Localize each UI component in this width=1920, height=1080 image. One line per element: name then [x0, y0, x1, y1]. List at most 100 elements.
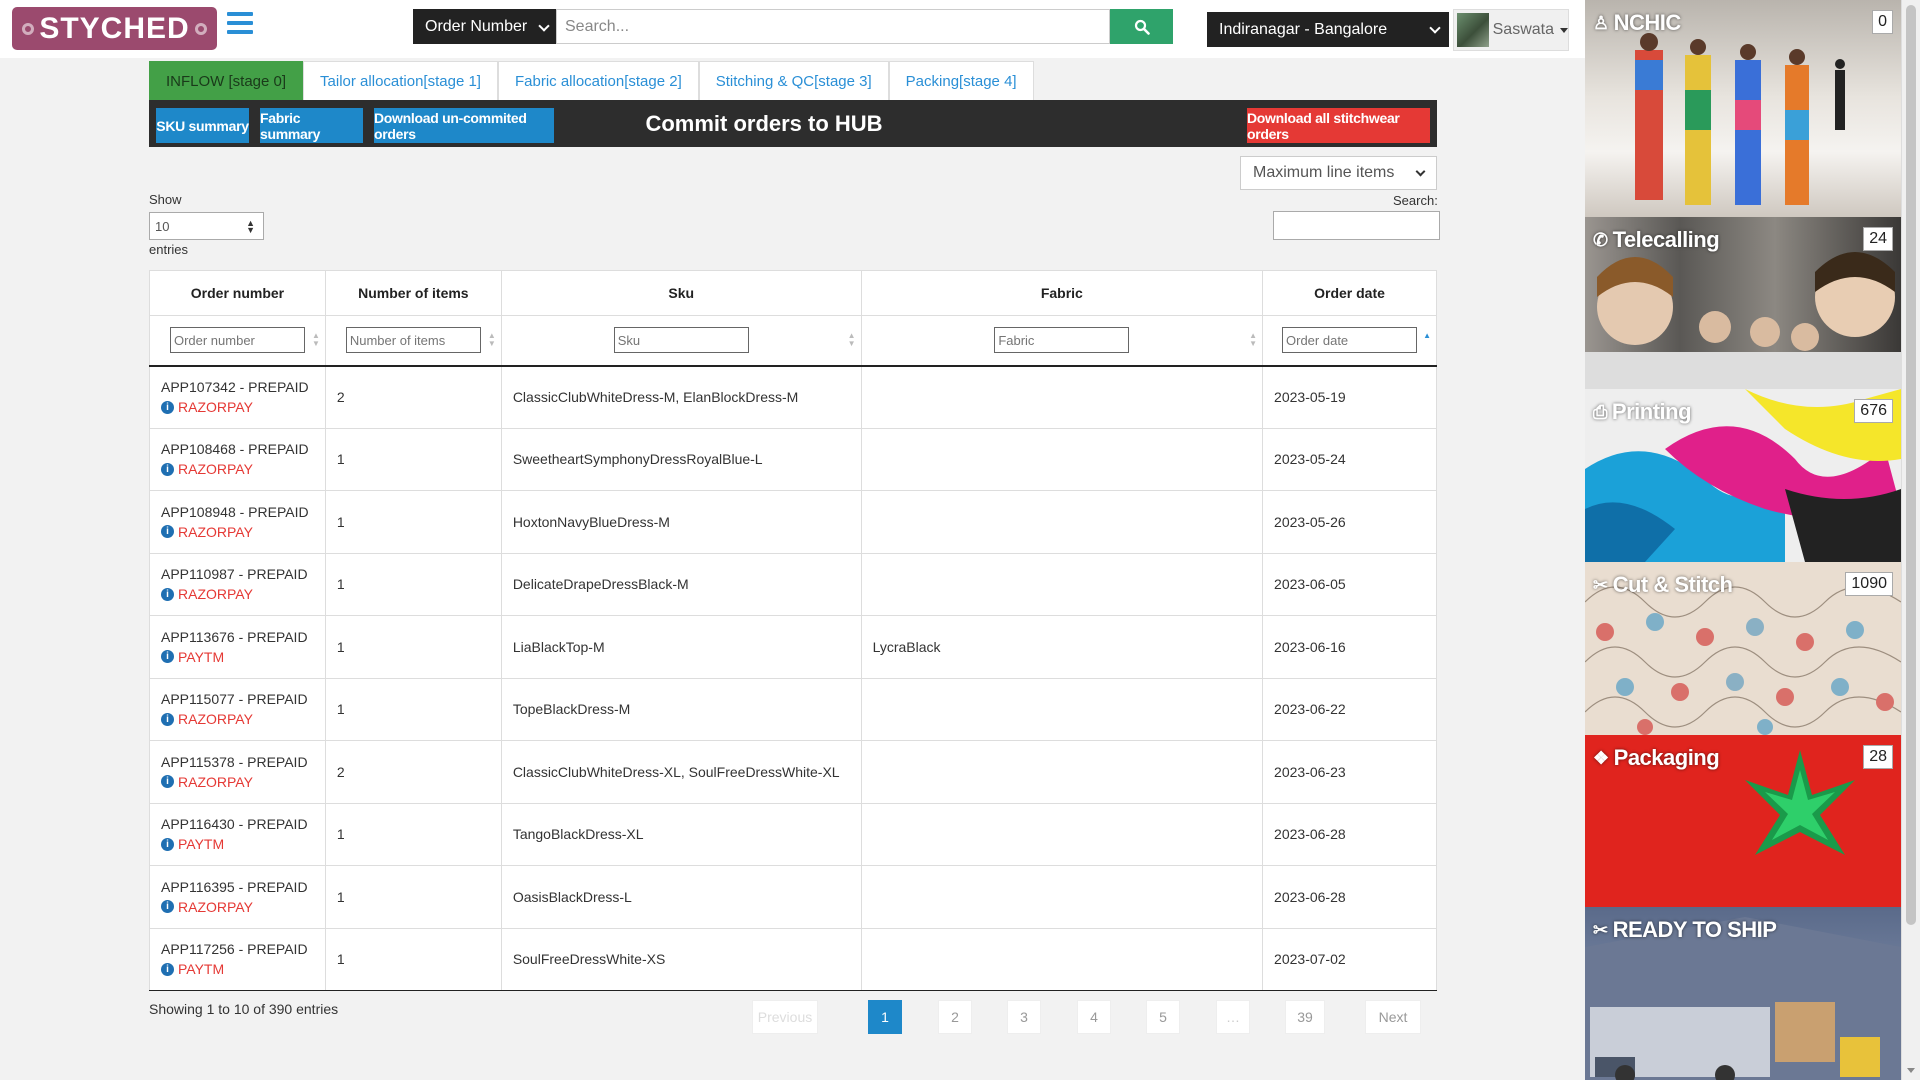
tab-tailor-allocation[interactable]: Tailor allocation[stage 1]: [303, 61, 498, 100]
col-fabric[interactable]: Fabric: [860, 270, 1264, 316]
sort-icon[interactable]: ▲ ▼: [488, 332, 496, 348]
cell-sku: LiaBlackTop-M: [500, 615, 862, 679]
page-button[interactable]: 5: [1146, 1000, 1180, 1034]
chevron-down-icon: [1429, 22, 1441, 34]
table-row[interactable]: APP113676 - PREPAID i PAYTM 1 LiaBlackTop-M L…: [149, 615, 1437, 679]
info-icon[interactable]: i: [161, 775, 174, 789]
page-button[interactable]: 2: [938, 1000, 972, 1034]
page-button[interactable]: 3: [1007, 1000, 1041, 1034]
showing-entries-info: Showing 1 to 10 of 390 entries: [149, 1001, 339, 1017]
cell-sku: ClassicClubWhiteDress-M, ElanBlockDress-…: [500, 365, 862, 429]
column-filter-row: ▲▼ ▲▼ ▲▼ ▲▼ ▲: [149, 315, 1437, 367]
tab-inflow[interactable]: INFLOW [stage 0]: [149, 61, 304, 100]
order-number[interactable]: APP116430 - PREPAID: [161, 816, 325, 832]
styched-logo[interactable]: STYCHED: [12, 7, 217, 50]
avatar: [1457, 13, 1489, 47]
cell-date: 2023-06-23: [1262, 740, 1437, 804]
sidebar-tile-cut-stitch[interactable]: ✂ Cut & Stitch 1090: [1585, 562, 1901, 735]
table-row[interactable]: APP108468 - PREPAID i RAZORPAY 1 SweetheartS…: [149, 427, 1437, 491]
search-type-select[interactable]: Order Number: [413, 9, 556, 44]
order-number[interactable]: APP110987 - PREPAID: [161, 566, 325, 582]
max-line-items-select[interactable]: Maximum line items: [1240, 156, 1437, 190]
sidebar-tile-telecalling[interactable]: ✆ Telecalling 24: [1585, 217, 1901, 389]
info-icon[interactable]: i: [161, 525, 174, 539]
cell-sku: DelicateDrapeDressBlack-M: [500, 552, 862, 616]
info-icon[interactable]: i: [161, 712, 174, 726]
cell-order: APP107342 - PREPAID i RAZORPAY: [149, 365, 326, 429]
page-button[interactable]: 4: [1077, 1000, 1111, 1034]
filter-fabric[interactable]: [994, 327, 1130, 354]
order-number[interactable]: APP117256 - PREPAID: [161, 941, 325, 957]
sidebar-tile-nchic[interactable]: ♙ NCHIC 0: [1585, 0, 1901, 217]
page-button[interactable]: 39: [1285, 1000, 1325, 1034]
cell-fabric: [860, 927, 1264, 991]
col-order-number[interactable]: Order number: [149, 270, 326, 316]
tab-packing[interactable]: Packing[stage 4]: [888, 61, 1034, 100]
download-uncommitted-button[interactable]: Download un-commited orders: [374, 108, 554, 143]
filter-order-number[interactable]: [169, 327, 305, 354]
sort-icon[interactable]: ▲ ▼: [848, 332, 856, 348]
cell-order: APP108948 - PREPAID i RAZORPAY: [149, 490, 326, 554]
info-icon[interactable]: i: [161, 400, 174, 414]
sort-icon[interactable]: ▲ ▼: [312, 332, 320, 348]
sort-asc-icon[interactable]: ▲: [1423, 332, 1431, 340]
table-row[interactable]: APP107342 - PREPAID i RAZORPAY 2 ClassicClub…: [149, 365, 1437, 429]
table-row[interactable]: APP108948 - PREPAID i RAZORPAY 1 HoxtonNavyB…: [149, 490, 1437, 554]
info-icon[interactable]: i: [161, 587, 174, 601]
sidebar-tile-packaging[interactable]: ❖ Packaging 28: [1585, 735, 1901, 907]
sidebar-tile-printing[interactable]: ⎙ Printing 676: [1585, 389, 1901, 562]
menu-toggle-icon[interactable]: [227, 12, 253, 34]
col-sku[interactable]: Sku: [500, 270, 862, 316]
order-number[interactable]: APP115378 - PREPAID: [161, 754, 325, 770]
location-select[interactable]: Indiranagar - Bangalore: [1207, 12, 1449, 47]
page-scrollbar[interactable]: [1901, 0, 1920, 1080]
cell-sku: TangoBlackDress-XL: [500, 802, 862, 866]
tab-stitching-qc[interactable]: Stitching & QC[stage 3]: [698, 61, 889, 100]
fabric-summary-button[interactable]: Fabric summary: [260, 108, 363, 143]
table-row[interactable]: APP115378 - PREPAID i RAZORPAY 2 ClassicClub…: [149, 740, 1437, 804]
info-icon[interactable]: i: [161, 837, 174, 851]
cell-order: APP116430 - PREPAID i PAYTM: [149, 802, 326, 866]
global-search-input[interactable]: [556, 9, 1110, 44]
cell-sku: TopeBlackDress-M: [500, 677, 862, 741]
order-number[interactable]: APP108948 - PREPAID: [161, 504, 325, 520]
next-page-button[interactable]: Next: [1365, 1000, 1421, 1034]
info-icon[interactable]: i: [161, 900, 174, 914]
cell-fabric: [860, 490, 1264, 554]
info-icon[interactable]: i: [161, 462, 174, 476]
entries-per-page-select[interactable]: 10 ▲ ▼: [149, 212, 264, 240]
info-icon[interactable]: i: [161, 650, 174, 664]
tab-fabric-allocation[interactable]: Fabric allocation[stage 2]: [497, 61, 699, 100]
sidebar-tile-ready-to-ship[interactable]: ✂ READY TO SHIP: [1585, 907, 1901, 1080]
sort-icon[interactable]: ▲ ▼: [1249, 332, 1257, 348]
filter-sku[interactable]: [613, 327, 749, 354]
search-button[interactable]: [1110, 9, 1173, 44]
page-button[interactable]: 1: [868, 1000, 902, 1034]
order-number[interactable]: APP113676 - PREPAID: [161, 629, 325, 645]
sku-summary-button[interactable]: SKU summary: [156, 108, 249, 143]
user-menu[interactable]: Saswata: [1453, 9, 1569, 51]
table-row[interactable]: APP116430 - PREPAID i PAYTM 1 TangoBlackDres…: [149, 802, 1437, 866]
table-row[interactable]: APP115077 - PREPAID i RAZORPAY 1 TopeBlackDr…: [149, 677, 1437, 741]
info-icon[interactable]: i: [161, 962, 174, 976]
cell-date: 2023-05-19: [1262, 365, 1437, 429]
table-row[interactable]: APP117256 - PREPAID i PAYTM 1 SoulFreeDressW…: [149, 927, 1437, 991]
table-row[interactable]: APP116395 - PREPAID i RAZORPAY 1 OasisBlackD…: [149, 865, 1437, 929]
order-number[interactable]: APP107342 - PREPAID: [161, 379, 325, 395]
cell-items: 1: [324, 552, 502, 616]
col-order-date[interactable]: Order date: [1262, 270, 1437, 316]
table-search-input[interactable]: [1273, 211, 1440, 240]
table-row[interactable]: APP110987 - PREPAID i RAZORPAY 1 DelicateDra…: [149, 552, 1437, 616]
scroll-down-arrow[interactable]: [1907, 1068, 1915, 1073]
filter-order-date[interactable]: [1282, 327, 1418, 354]
filter-number-of-items[interactable]: [345, 327, 481, 354]
cell-items: 1: [324, 677, 502, 741]
download-all-button[interactable]: Download all stitchwear orders: [1247, 108, 1430, 143]
col-number-of-items[interactable]: Number of items: [324, 270, 502, 316]
order-number[interactable]: APP108468 - PREPAID: [161, 441, 325, 457]
previous-page-button[interactable]: Previous: [752, 1000, 818, 1034]
cell-items: 2: [324, 740, 502, 804]
order-number[interactable]: APP116395 - PREPAID: [161, 879, 325, 895]
order-number[interactable]: APP115077 - PREPAID: [161, 691, 325, 707]
scrollbar-thumb[interactable]: [1906, 5, 1916, 925]
